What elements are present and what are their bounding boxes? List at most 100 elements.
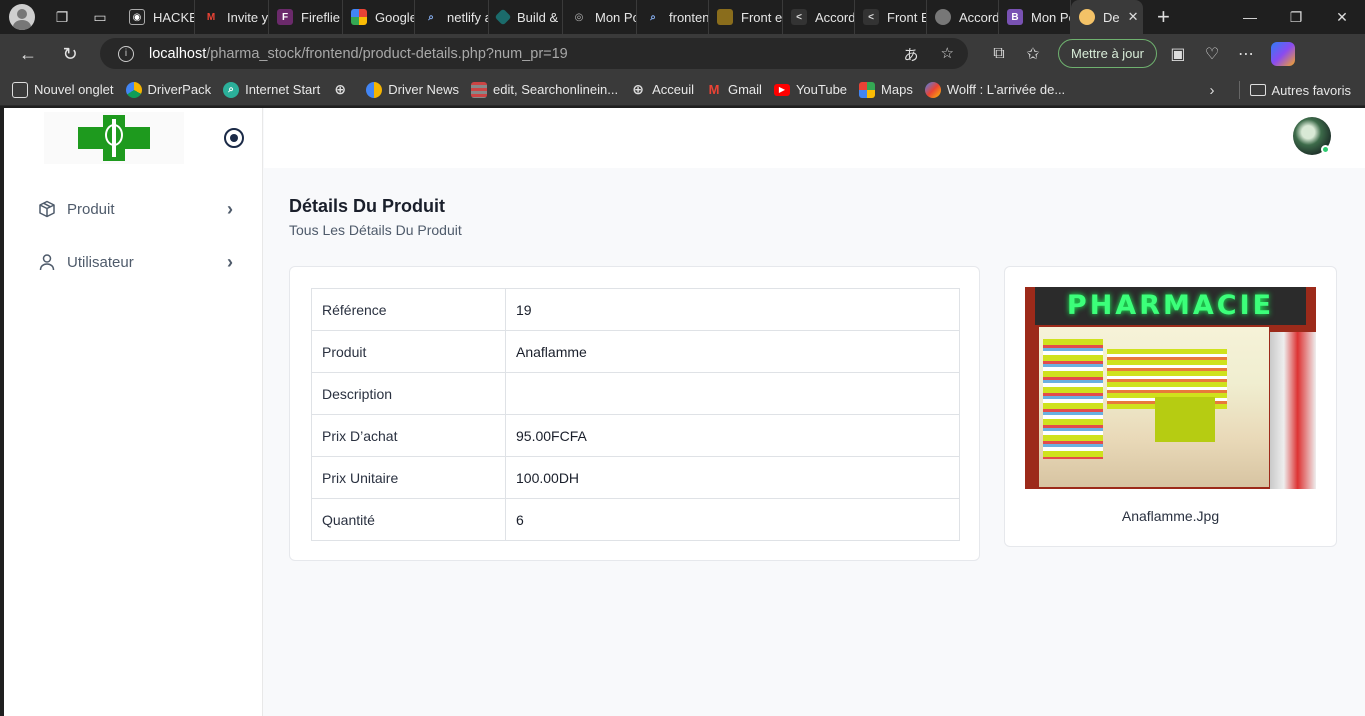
address-bar-row: ← ↻ i localhost/pharma_stock/frontend/pr… <box>0 34 1365 74</box>
detail-key: Référence <box>311 288 506 331</box>
globe-icon: ⊕ <box>632 81 644 97</box>
detail-value: 19 <box>505 288 960 331</box>
tab-9[interactable]: < Accord <box>783 0 855 34</box>
favorites-icon[interactable]: ✩ <box>1018 39 1048 69</box>
folder-icon <box>1249 84 1266 96</box>
new-tab-icon[interactable]: + <box>1157 4 1170 30</box>
bookmark-3[interactable]: ⊕ <box>332 81 354 98</box>
tab-strip: ◉ HACKE M Invite y F Fireflie Google ⌕ netli… <box>121 0 1143 34</box>
bookmark-6[interactable]: ⊕ Acceuil <box>630 81 694 98</box>
fireflies-icon: F <box>277 9 293 25</box>
detail-value: 95.00FCFA <box>505 414 960 457</box>
tab-12[interactable]: BMon Po <box>999 0 1071 34</box>
youtube-icon: ▶ <box>773 83 790 96</box>
sidebar-item-utilisateur[interactable]: Utilisateur › <box>38 250 233 274</box>
pharmacy-logo[interactable] <box>44 112 184 164</box>
update-button[interactable]: Mettre à jour <box>1058 39 1157 68</box>
github-icon: ◉ <box>129 9 145 25</box>
chevron-right-icon[interactable]: › <box>1210 82 1215 99</box>
tab-13-active[interactable]: De ✕ <box>1071 0 1143 34</box>
close-icon[interactable]: ✕ <box>1128 9 1139 25</box>
detail-value <box>505 372 960 415</box>
bookmark-8[interactable]: ▶ YouTube <box>773 82 847 97</box>
maps-icon <box>859 81 876 98</box>
url-text[interactable]: localhost/pharma_stock/frontend/product-… <box>149 46 568 62</box>
detail-key: Quantité <box>311 498 506 541</box>
detail-key: Produit <box>311 330 506 373</box>
tab-0[interactable]: ◉ HACKE <box>121 0 195 34</box>
search-icon: ⌕ <box>428 11 434 23</box>
tab-8[interactable]: Front e <box>709 0 783 34</box>
sidebar: Produit › Utilisateur › <box>4 108 263 716</box>
bookmark-5[interactable]: edit, Searchonlinein... <box>471 81 618 98</box>
bookmark-9[interactable]: Maps <box>859 81 913 98</box>
tab-7[interactable]: ⌕ fronten <box>637 0 709 34</box>
detail-key: Prix Unitaire <box>311 456 506 499</box>
more-menu-icon[interactable]: ⋯ <box>1231 39 1261 69</box>
table-row: Référence 19 <box>311 288 960 331</box>
book-icon <box>717 9 733 25</box>
driverpack-icon <box>125 81 142 98</box>
tab-11[interactable]: Accord <box>927 0 999 34</box>
chevron-right-icon: › <box>227 199 233 219</box>
page-title: Détails Du Produit <box>289 196 446 216</box>
globe-icon: ◎ <box>574 11 584 23</box>
top-header <box>264 108 1365 168</box>
tab-3[interactable]: Google <box>343 0 415 34</box>
restore-icon[interactable]: ❐ <box>1273 0 1319 34</box>
bookmark-0[interactable]: Nouvel onglet <box>12 81 114 98</box>
collections-icon[interactable]: ▣ <box>1163 39 1193 69</box>
app-icon <box>1079 9 1095 25</box>
gmail-icon: M <box>708 82 720 97</box>
bookmark-10[interactable]: Wolff : L'arrivée de... <box>924 81 1065 98</box>
favorite-star-icon[interactable]: ☆ <box>941 44 954 65</box>
globe-icon: ⊕ <box>334 81 347 97</box>
workspaces-icon[interactable]: ❐ <box>51 6 73 28</box>
bookmark-2[interactable]: ⌕ Internet Start <box>223 81 320 98</box>
avatar[interactable] <box>1293 117 1331 155</box>
tab-1[interactable]: M Invite y <box>195 0 269 34</box>
tab-actions-icon[interactable]: ▭ <box>89 6 111 28</box>
tab-10[interactable]: < Front E <box>855 0 927 34</box>
table-row: Prix Unitaire 100.00DH <box>311 456 960 499</box>
sidebar-item-label: Produit <box>67 200 115 218</box>
site-info-icon[interactable]: i <box>118 45 134 62</box>
chevron-right-icon: › <box>227 252 233 272</box>
browser-essentials-icon[interactable]: ♡ <box>1197 39 1227 69</box>
tab-5[interactable]: Build & <box>489 0 563 34</box>
table-row: Produit Anaflamme <box>311 330 960 373</box>
code-icon: < <box>863 9 879 25</box>
tab-4[interactable]: ⌕ netlify a <box>415 0 489 34</box>
bookmark-1[interactable]: DriverPack <box>125 81 211 98</box>
image-filename: Anaflamme.Jpg <box>1121 508 1220 524</box>
bookmark-4[interactable]: Driver News <box>366 81 459 98</box>
page-subtitle: Tous Les Détails Du Produit <box>289 222 462 238</box>
reload-icon[interactable]: ↻ <box>54 38 86 70</box>
online-status-icon <box>1321 145 1330 154</box>
copilot-icon[interactable] <box>1270 41 1295 66</box>
search-icon: ⌕ <box>650 11 656 23</box>
sidebar-item-produit[interactable]: Produit › <box>38 197 233 221</box>
other-favorites[interactable]: Autres favoris <box>1249 83 1351 98</box>
tab-2[interactable]: F Fireflie <box>269 0 343 34</box>
browser-tabbar: ❐ ▭ ◉ HACKE M Invite y F Fireflie Google ⌕ n… <box>0 0 1365 34</box>
bootstrap-icon: B <box>1007 9 1023 25</box>
tab-6[interactable]: ◎ Mon Po <box>563 0 637 34</box>
profile-icon[interactable] <box>9 4 35 30</box>
url-bar[interactable]: i localhost/pharma_stock/frontend/produc… <box>100 38 968 69</box>
product-image: PHARMACIE <box>1025 287 1316 489</box>
translate-icon[interactable]: あ <box>904 44 919 65</box>
close-window-icon[interactable]: ✕ <box>1319 0 1365 34</box>
product-image-card: PHARMACIE Anaflamme.Jpg <box>1004 266 1337 547</box>
back-icon[interactable]: ← <box>12 38 44 70</box>
minimize-icon[interactable]: — <box>1227 0 1273 34</box>
bookmark-7[interactable]: M Gmail <box>706 82 762 98</box>
window-controls: — ❐ ✕ <box>1227 0 1365 34</box>
butterfly-icon <box>924 81 941 98</box>
extensions-icon[interactable]: ⧉ <box>984 39 1014 69</box>
table-row: Description <box>311 372 960 415</box>
search-icon: ⌕ <box>223 81 240 98</box>
sidebar-toggle-icon[interactable] <box>224 128 244 148</box>
pharmacie-sign: PHARMACIE <box>1035 287 1306 325</box>
circle-icon <box>935 9 951 25</box>
